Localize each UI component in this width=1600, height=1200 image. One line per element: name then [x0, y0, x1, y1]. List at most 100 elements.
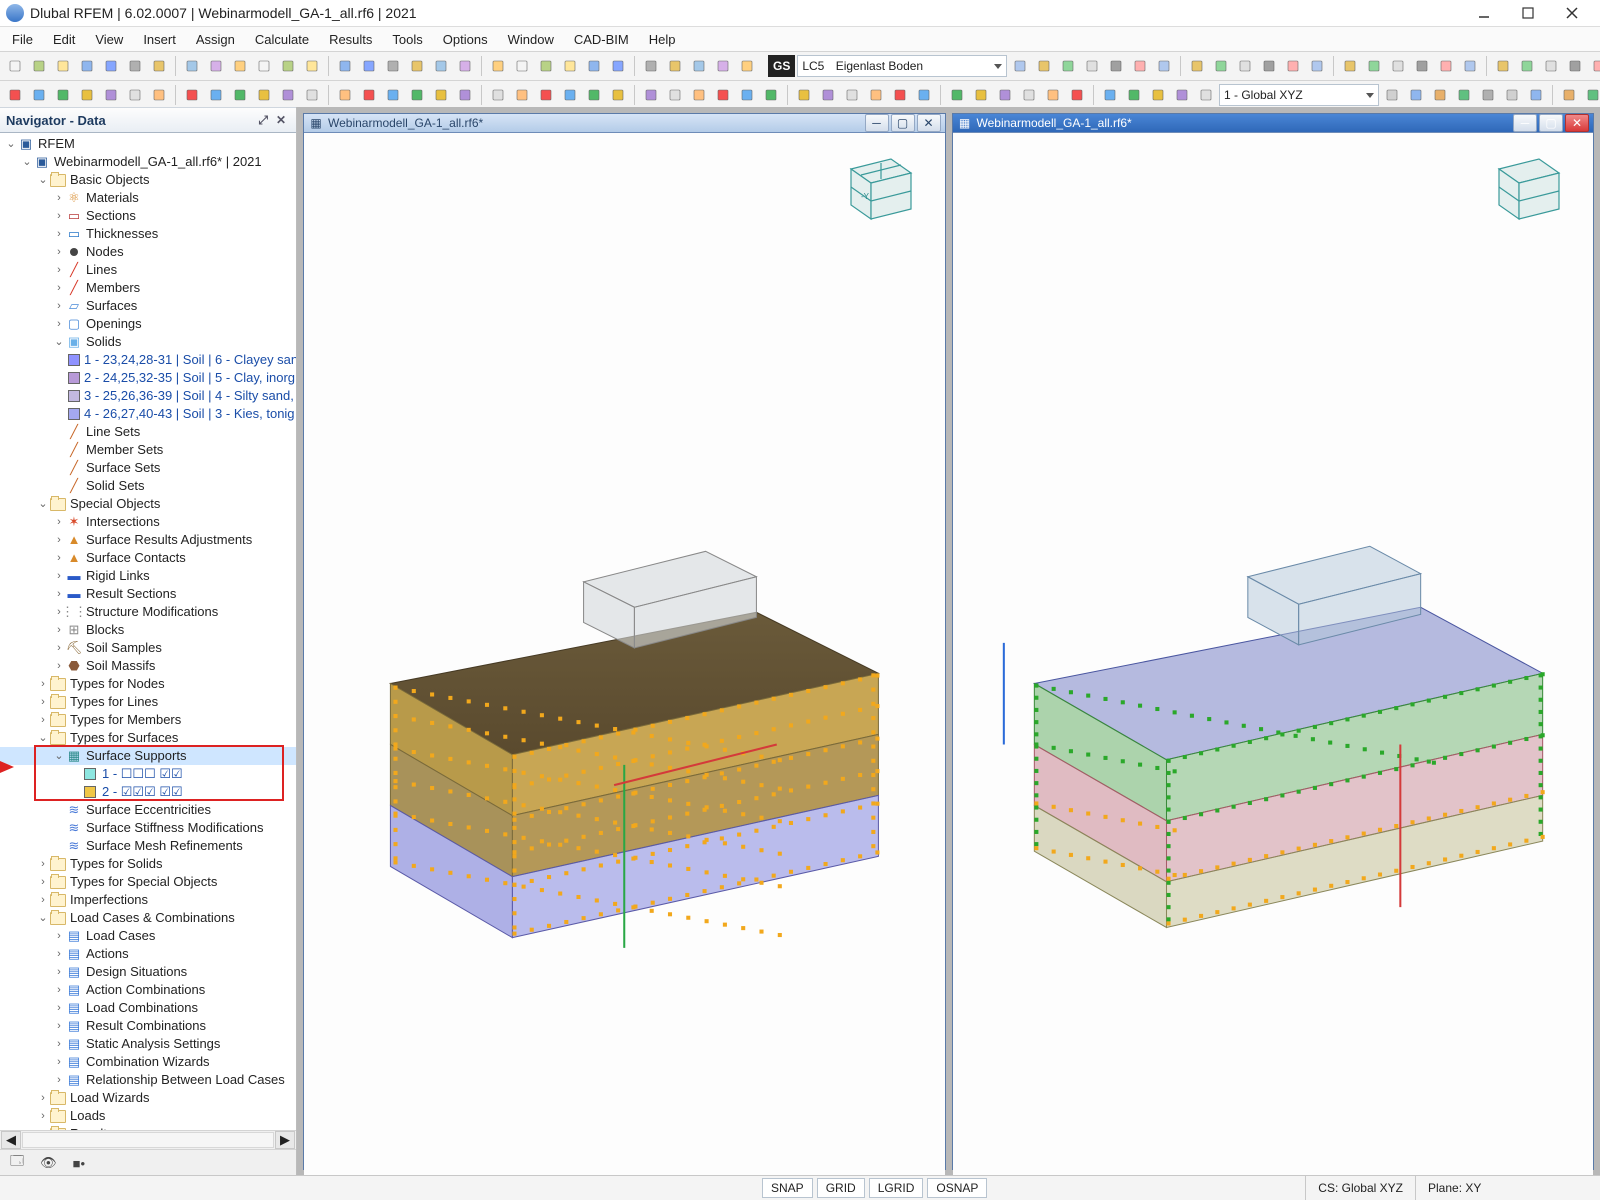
menu-view[interactable]: View [87, 30, 131, 49]
tree-basic-objects[interactable]: ⌄Basic Objects [0, 171, 296, 189]
toolbar-btn[interactable] [1459, 55, 1481, 77]
toolbar-btn[interactable] [1042, 84, 1064, 106]
menu-calculate[interactable]: Calculate [247, 30, 317, 49]
navigator-tree[interactable]: ⌄▣RFEM⌄▣Webinarmodell_GA-1_all.rf6* | 20… [0, 133, 296, 1130]
tree-item[interactable]: ›▲Surface Results Adjustments [0, 531, 296, 549]
pin-icon[interactable]: ⤢ [254, 113, 272, 128]
tree-item[interactable]: 1 - ☐☐☐ ☑☑ [0, 765, 296, 783]
toolbar-btn[interactable] [640, 84, 662, 106]
toolbar-btn[interactable] [1387, 55, 1409, 77]
tree-item[interactable]: ›Types for Solids [0, 855, 296, 873]
toolbar-btn[interactable] [793, 84, 815, 106]
toolbar-btn[interactable] [124, 55, 146, 77]
toolbar-btn[interactable] [1435, 55, 1457, 77]
tree-solids[interactable]: ⌄▣Solids [0, 333, 296, 351]
toolbar-btn[interactable] [640, 55, 662, 77]
tree-item[interactable]: ›⬣Soil Massifs [0, 657, 296, 675]
tree-item[interactable]: ›Loads [0, 1107, 296, 1125]
toolbar-btn[interactable] [1516, 55, 1538, 77]
tree-item[interactable]: ›╱Lines [0, 261, 296, 279]
grid-toggle[interactable]: GRID [817, 1178, 865, 1198]
tree-item[interactable]: ›▲Surface Contacts [0, 549, 296, 567]
toolbar-btn[interactable] [688, 55, 710, 77]
tree-item[interactable]: ›Types for Nodes [0, 675, 296, 693]
doc-max-right[interactable]: ▢ [1539, 114, 1563, 132]
toolbar-btn[interactable] [1501, 84, 1523, 106]
tree-item[interactable]: ›▤Relationship Between Load Cases [0, 1071, 296, 1089]
toolbar-btn[interactable] [1306, 55, 1328, 77]
toolbar-btn[interactable] [664, 55, 686, 77]
toolbar-btn[interactable] [817, 84, 839, 106]
toolbar-btn[interactable] [688, 84, 710, 106]
toolbar-btn[interactable] [430, 84, 452, 106]
toolbar-btn[interactable] [970, 84, 992, 106]
tree-item[interactable]: 2 - ☑☑☑ ☑☑ [0, 783, 296, 801]
tree-item[interactable]: ≋Surface Mesh Refinements [0, 837, 296, 855]
toolbar-btn[interactable] [430, 55, 452, 77]
tree-item[interactable]: ›⊞Blocks [0, 621, 296, 639]
toolbar-btn[interactable] [148, 55, 170, 77]
snap-toggle[interactable]: SNAP [762, 1178, 813, 1198]
toolbar-btn[interactable] [712, 84, 734, 106]
toolbar-btn[interactable] [1081, 55, 1103, 77]
toolbar-btn[interactable] [511, 84, 533, 106]
tree-item[interactable]: ›Load Wizards [0, 1089, 296, 1107]
toolbar-btn[interactable] [181, 55, 203, 77]
panel-close-icon[interactable]: ✕ [272, 113, 290, 127]
toolbar-btn[interactable] [1564, 55, 1586, 77]
tree-types-surfaces[interactable]: ⌄Types for Surfaces [0, 729, 296, 747]
view-cube-right[interactable] [1479, 151, 1567, 229]
model-view-left[interactable]: ▦ Webinarmodell_GA-1_all.rf6* ─ ▢ ✕ [303, 113, 946, 1170]
toolbar-btn[interactable] [1099, 84, 1121, 106]
toolbar-btn[interactable] [487, 84, 509, 106]
toolbar-btn[interactable] [736, 84, 758, 106]
toolbar-btn[interactable] [1477, 84, 1499, 106]
tree-item[interactable]: ›Types for Lines [0, 693, 296, 711]
toolbar-btn[interactable] [253, 55, 275, 77]
tree-item[interactable]: ›▭Sections [0, 207, 296, 225]
toolbar-btn[interactable] [454, 55, 476, 77]
toolbar-btn[interactable] [1171, 84, 1193, 106]
toolbar-btn[interactable] [52, 84, 74, 106]
toolbar-btn[interactable] [841, 84, 863, 106]
menu-file[interactable]: File [4, 30, 41, 49]
tree-item[interactable]: ›▤Design Situations [0, 963, 296, 981]
tree-item[interactable]: ›▤Load Cases [0, 927, 296, 945]
toolbar-btn[interactable] [760, 84, 782, 106]
toolbar-btn[interactable] [1405, 84, 1427, 106]
toolbar-btn[interactable] [406, 55, 428, 77]
toolbar-btn[interactable] [277, 55, 299, 77]
tree-item[interactable]: ›▤Result Combinations [0, 1017, 296, 1035]
doc-max-left[interactable]: ▢ [891, 114, 915, 132]
toolbar-btn[interactable] [229, 84, 251, 106]
tree-item[interactable]: ›▬Rigid Links [0, 567, 296, 585]
menu-results[interactable]: Results [321, 30, 380, 49]
loadcase-combo[interactable]: LC5 Eigenlast Boden [797, 55, 1007, 77]
toolbar-btn[interactable] [253, 84, 275, 106]
tree-item[interactable]: ›▭Thicknesses [0, 225, 296, 243]
toolbar-btn[interactable] [4, 84, 26, 106]
toolbar-btn[interactable] [229, 55, 251, 77]
toolbar-btn[interactable] [1558, 84, 1580, 106]
toolbar-btn[interactable] [1195, 84, 1217, 106]
toolbar-btn[interactable] [301, 55, 323, 77]
coordsys-combo[interactable]: 1 - Global XYZ [1219, 84, 1379, 106]
tree-item[interactable]: ›Imperfections [0, 891, 296, 909]
toolbar-btn[interactable] [124, 84, 146, 106]
toolbar-btn[interactable] [583, 84, 605, 106]
toolbar-btn[interactable] [865, 84, 887, 106]
tab-views-icon[interactable]: 👁 [40, 1155, 57, 1171]
toolbar-btn[interactable] [1210, 55, 1232, 77]
toolbar-btn[interactable] [100, 55, 122, 77]
toolbar-btn[interactable] [607, 55, 629, 77]
menu-insert[interactable]: Insert [135, 30, 184, 49]
doc-min-left[interactable]: ─ [865, 114, 889, 132]
toolbar-btn[interactable] [406, 84, 428, 106]
tree-item[interactable]: ›▬Result Sections [0, 585, 296, 603]
toolbar-btn[interactable] [1057, 55, 1079, 77]
tree-item[interactable]: ╱Surface Sets [0, 459, 296, 477]
toolbar-btn[interactable] [1033, 55, 1055, 77]
toolbar-btn[interactable] [1018, 84, 1040, 106]
toolbar-btn[interactable] [28, 84, 50, 106]
menu-assign[interactable]: Assign [188, 30, 243, 49]
